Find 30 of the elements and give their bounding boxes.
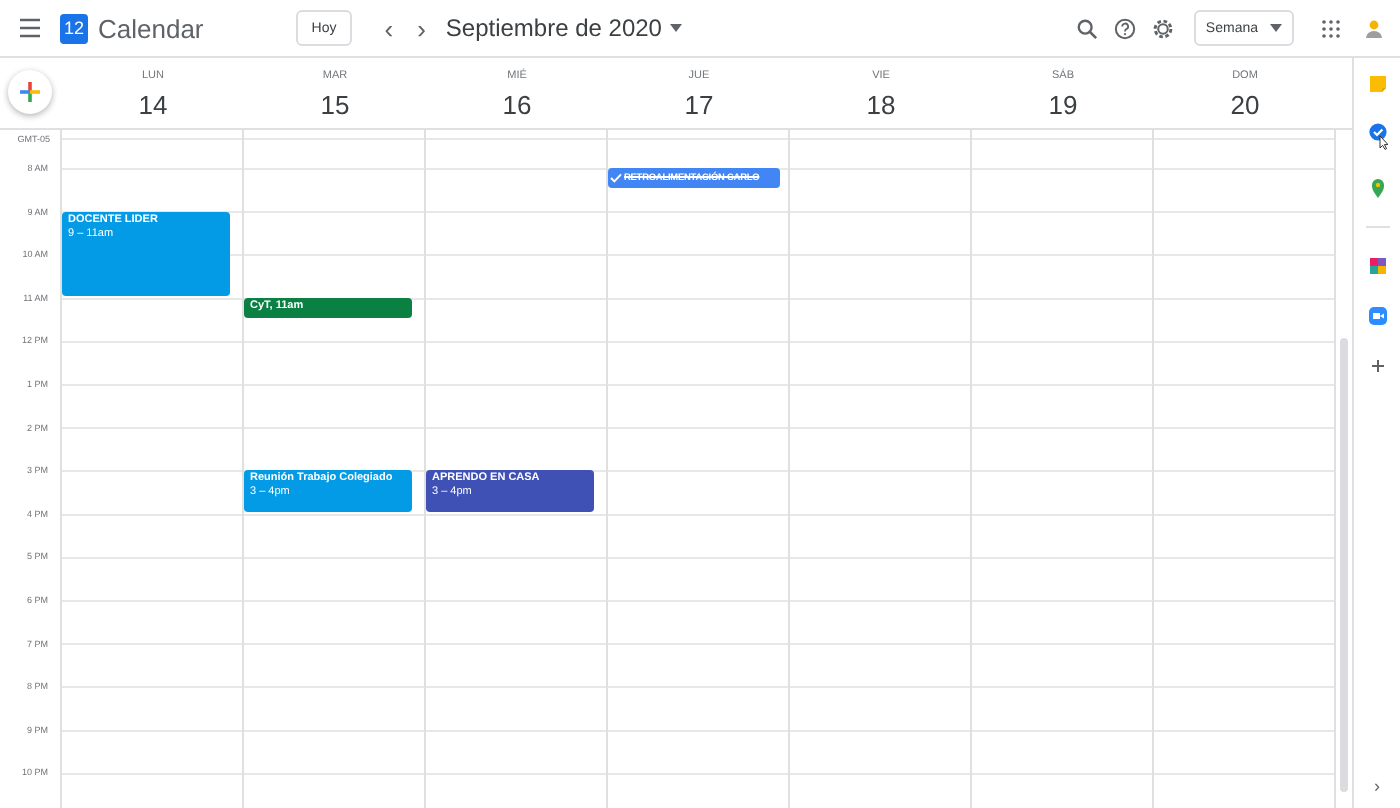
scrollbar[interactable] (1340, 338, 1348, 792)
help-icon[interactable] (1113, 17, 1136, 39)
add-icon[interactable] (1367, 354, 1387, 378)
day-number[interactable]: 15 (320, 90, 350, 120)
day-number[interactable]: 19 (1048, 90, 1078, 120)
day-number[interactable]: 20 (1230, 90, 1260, 120)
day-number[interactable]: 16 (502, 90, 532, 120)
avatar-icon[interactable] (1364, 18, 1384, 38)
check-icon (610, 171, 622, 184)
menu-icon[interactable] (18, 18, 42, 38)
search-icon[interactable] (1075, 17, 1098, 39)
apps-grid-icon[interactable] (1322, 19, 1340, 37)
expand-button[interactable]: › (1374, 776, 1380, 796)
previous-button[interactable]: ‹ (380, 13, 398, 43)
caret-icon (1270, 24, 1282, 32)
period-dropdown[interactable]: Septiembre de 2020 (445, 14, 682, 42)
video-camera-icon[interactable] (1367, 304, 1387, 328)
caret-icon (669, 24, 682, 32)
map-pin-icon[interactable] (1367, 176, 1387, 200)
next-button[interactable]: › (413, 13, 430, 43)
app-name: Calendar (98, 13, 204, 43)
settings-icon[interactable] (1151, 17, 1174, 39)
day-number[interactable]: 18 (866, 90, 896, 120)
check-circle-icon[interactable] (1367, 122, 1387, 150)
plus-icon (18, 80, 42, 104)
day-number[interactable]: 17 (684, 90, 714, 120)
day-number[interactable]: 14 (138, 90, 168, 120)
create-button[interactable] (8, 70, 52, 114)
puzzle-icon[interactable] (1367, 254, 1387, 278)
calendar-logo: 12 (60, 13, 88, 43)
